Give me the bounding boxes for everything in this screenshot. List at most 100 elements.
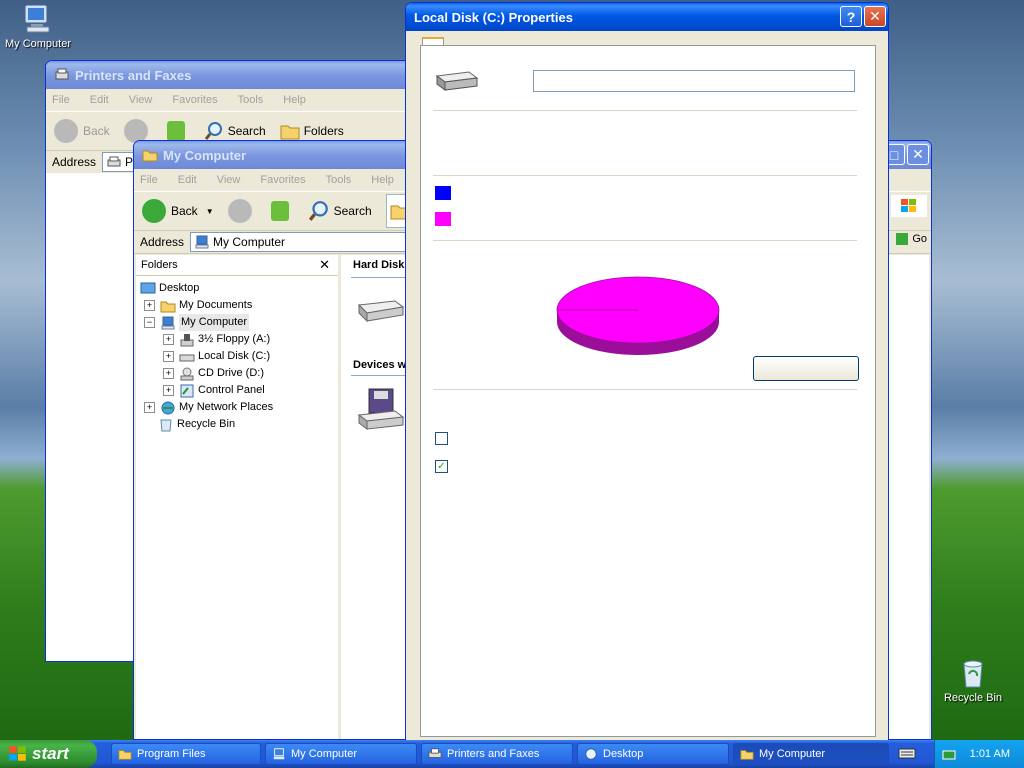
folder-tree: Desktop + My Documents − My Computer + 3… — [136, 276, 338, 433]
desktop-icon-label: My Computer — [4, 38, 72, 50]
search-icon — [308, 201, 328, 221]
close-icon: ✕ — [912, 146, 924, 162]
dialog-titlebar[interactable]: Local Disk (C:) Properties ? ✕ — [406, 3, 888, 31]
menu-favorites[interactable]: Favorites — [260, 174, 305, 186]
compress-drive-checkbox[interactable] — [435, 432, 448, 445]
back-button[interactable]: Back ▼ — [142, 199, 214, 223]
expand-icon[interactable]: + — [144, 300, 155, 311]
tree-item-control-panel[interactable]: + Control Panel — [140, 382, 338, 399]
taskbar-item-my-computer-active[interactable]: My Computer — [733, 743, 889, 765]
menu-view[interactable]: View — [129, 94, 153, 106]
hard-disk-drive-icon[interactable] — [355, 295, 405, 327]
menu-help[interactable]: Help — [283, 94, 306, 106]
folders-icon — [280, 125, 300, 140]
tree-item-desktop[interactable]: Desktop — [140, 280, 338, 297]
folders-pane-close-button[interactable]: ✕ — [319, 257, 330, 273]
help-button[interactable]: ? — [840, 6, 862, 27]
menu-edit[interactable]: Edit — [90, 94, 109, 106]
control-panel-icon — [180, 384, 194, 397]
menu-bar: File Edit View Favorites Tools Help — [46, 89, 426, 112]
up-folder-button[interactable] — [270, 201, 294, 221]
disk-cleanup-button[interactable] — [753, 356, 859, 381]
network-tray-icon[interactable] — [941, 747, 957, 761]
desktop-icon — [585, 748, 597, 760]
maximize-icon: □ — [889, 146, 899, 163]
tree-item-floppy[interactable]: + 3½ Floppy (A:) — [140, 331, 338, 348]
properties-dialog[interactable]: Local Disk (C:) Properties ? ✕ ✓ — [405, 2, 889, 742]
expand-icon[interactable]: + — [163, 351, 174, 362]
search-button[interactable]: Search — [204, 121, 266, 141]
printer-icon — [428, 748, 442, 758]
index-drive-checkbox[interactable]: ✓ — [435, 460, 448, 473]
taskbar-item-program-files[interactable]: Program Files — [111, 743, 261, 765]
expand-icon[interactable]: + — [163, 385, 174, 396]
desktop-icon-label: Recycle Bin — [943, 692, 1003, 704]
taskbar-item-my-computer[interactable]: My Computer — [265, 743, 417, 765]
folder-icon — [118, 750, 132, 760]
hard-disk-icon — [435, 71, 479, 91]
search-icon — [204, 122, 222, 140]
tree-item-my-documents[interactable]: + My Documents — [140, 297, 338, 314]
chevron-down-icon: ▼ — [205, 206, 214, 216]
desktop-icon — [140, 282, 156, 293]
menu-tools[interactable]: Tools — [326, 174, 352, 186]
expand-icon[interactable]: + — [144, 402, 155, 413]
section-devices: Devices w — [353, 359, 407, 371]
hard-disk-icon — [179, 354, 195, 361]
volume-label-input[interactable] — [533, 70, 855, 92]
tree-item-network-places[interactable]: + My Network Places — [140, 399, 338, 416]
taskbar-item-printers-faxes[interactable]: Printers and Faxes — [421, 743, 573, 765]
menu-favorites[interactable]: Favorites — [172, 94, 217, 106]
desktop-icon-my-computer[interactable]: My Computer — [2, 2, 74, 50]
taskbar-item-desktop[interactable]: Desktop — [577, 743, 729, 765]
search-button[interactable]: Search — [308, 200, 372, 222]
recycle-bin-icon — [963, 660, 983, 688]
help-icon: ? — [846, 8, 856, 25]
checkmark-icon: ✓ — [437, 461, 446, 472]
back-arrow-icon — [142, 199, 166, 223]
my-computer-icon — [195, 235, 209, 249]
windows-logo — [891, 195, 927, 217]
up-folder-button[interactable] — [166, 121, 190, 141]
tab-panel-bottom — [421, 646, 875, 736]
taskbar: start Program Files My Computer Printers… — [0, 740, 1024, 768]
floppy-drive-device-icon[interactable] — [355, 387, 405, 435]
menu-file[interactable]: File — [52, 94, 70, 106]
folders-button[interactable]: Folders — [280, 122, 344, 140]
up-folder-icon — [166, 121, 185, 141]
menu-tools[interactable]: Tools — [238, 94, 264, 106]
collapse-icon[interactable]: − — [144, 317, 155, 328]
menu-view[interactable]: View — [217, 174, 241, 186]
desktop-icon-recycle-bin[interactable]: Recycle Bin — [937, 656, 1009, 704]
tree-item-local-disk[interactable]: + Local Disk (C:) — [140, 348, 338, 365]
tree-item-my-computer[interactable]: − My Computer — [140, 314, 338, 331]
forward-arrow-icon — [227, 199, 252, 223]
window-titlebar[interactable]: Printers and Faxes — [46, 61, 426, 89]
close-button[interactable]: ✕ — [907, 144, 929, 165]
go-button[interactable]: Go — [896, 233, 927, 245]
expand-icon[interactable]: + — [163, 368, 174, 379]
clock[interactable]: 1:01 AM — [970, 748, 1010, 760]
section-hard-disk: Hard Disk — [353, 259, 405, 271]
my-computer-icon — [161, 316, 175, 329]
general-tab-panel: ✓ — [420, 45, 876, 737]
close-button[interactable]: ✕ — [864, 6, 886, 27]
back-button[interactable]: Back — [54, 119, 110, 143]
go-arrow-icon — [896, 233, 909, 245]
used-space-swatch — [435, 186, 451, 200]
folders-pane: Folders ✕ Desktop + My Documents − My Co… — [136, 255, 341, 739]
keyboard-icon[interactable] — [898, 746, 920, 762]
forward-button[interactable] — [227, 199, 257, 223]
expand-icon[interactable]: + — [163, 334, 174, 345]
menu-edit[interactable]: Edit — [178, 174, 197, 186]
menu-file[interactable]: File — [140, 174, 158, 186]
system-tray: 1:01 AM — [934, 740, 1024, 768]
menu-help[interactable]: Help — [371, 174, 394, 186]
tree-item-cd-drive[interactable]: + CD Drive (D:) — [140, 365, 338, 382]
printer-icon — [55, 68, 69, 80]
window-title: Printers and Faxes — [75, 67, 192, 83]
folders-pane-header: Folders ✕ — [136, 255, 338, 276]
start-button[interactable]: start — [0, 740, 97, 768]
tree-item-recycle-bin[interactable]: Recycle Bin — [140, 416, 338, 433]
network-places-icon — [161, 401, 175, 414]
